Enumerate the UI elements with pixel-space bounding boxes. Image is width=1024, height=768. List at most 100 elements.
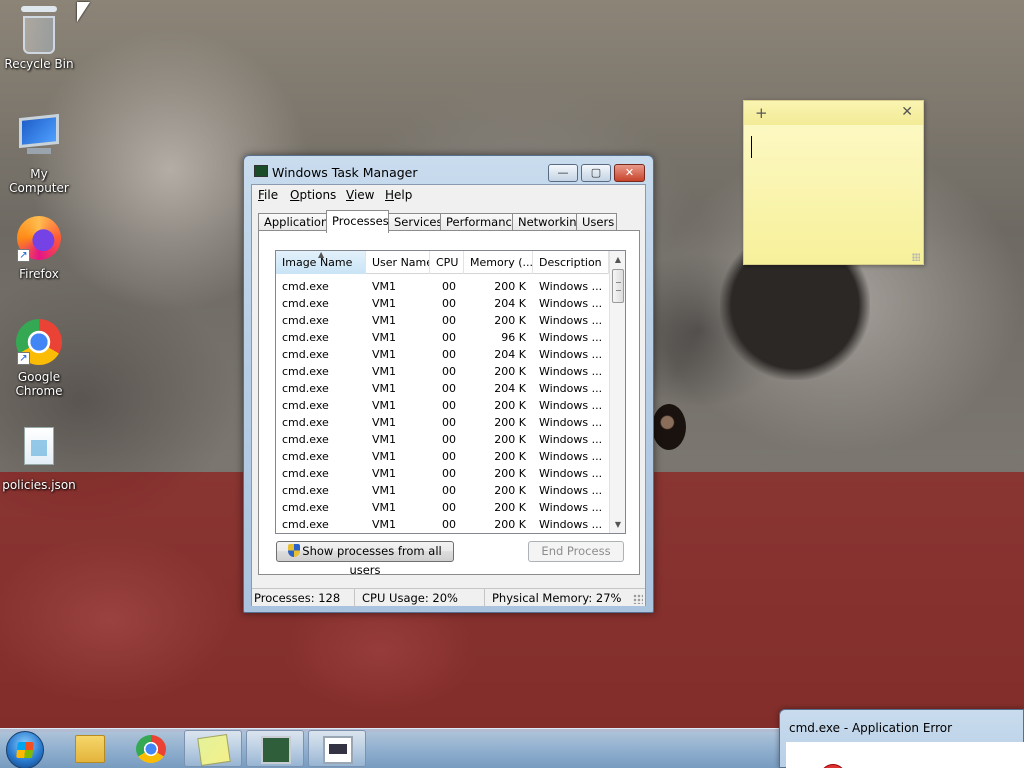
table-row[interactable]: cmd.exe VM1 00 200 K Windows ...: [276, 448, 609, 465]
table-row[interactable]: cmd.exe VM1 00 204 K Windows ...: [276, 380, 609, 397]
table-row[interactable]: cmd.exe VM1 00 200 K Windows ...: [276, 465, 609, 482]
cell-cpu: 00: [442, 297, 456, 310]
desktop-icon-recycle-bin[interactable]: Recycle Bin: [1, 6, 77, 71]
cell-mem: 200 K: [494, 399, 526, 412]
desktop-icon-google-chrome[interactable]: ↗ Google Chrome: [1, 318, 77, 398]
vertical-scrollbar[interactable]: ▲ ▼: [609, 251, 625, 533]
error-icon: [820, 764, 846, 768]
task-manager-titlebar[interactable]: Windows Task Manager — ▢ ✕: [244, 156, 653, 186]
cell-mem: 200 K: [494, 280, 526, 293]
cell-cpu: 00: [442, 382, 456, 395]
cell-cpu: 00: [442, 484, 456, 497]
menu-help[interactable]: Help: [385, 188, 412, 202]
status-physical-memory: Physical Memory: 27%: [492, 591, 622, 605]
end-process-button[interactable]: End Process: [528, 541, 624, 562]
cell-user: VM1: [372, 297, 397, 310]
scroll-up-arrow-icon[interactable]: ▲: [610, 251, 625, 268]
menu-view[interactable]: View: [346, 188, 374, 202]
desktop-icon-policies-json[interactable]: policies.json: [1, 422, 77, 492]
application-error-dialog[interactable]: cmd.exe - Application Error: [779, 709, 1024, 768]
resize-grip-icon[interactable]: [633, 594, 643, 604]
cell-cpu: 00: [442, 314, 456, 327]
taskbar-cmd[interactable]: [308, 730, 366, 767]
menu-file[interactable]: File: [258, 188, 278, 202]
cell-mem: 200 K: [494, 501, 526, 514]
cell-mem: 200 K: [494, 365, 526, 378]
table-row[interactable]: cmd.exe VM1 00 200 K Windows ...: [276, 482, 609, 499]
table-row[interactable]: cmd.exe VM1 00 200 K Windows ...: [276, 278, 609, 295]
table-row[interactable]: cmd.exe VM1 00 204 K Windows ...: [276, 346, 609, 363]
table-row[interactable]: cmd.exe VM1 00 200 K Windows ...: [276, 397, 609, 414]
cell-mem: 200 K: [494, 484, 526, 497]
column-header-description[interactable]: Description: [533, 251, 609, 274]
start-button[interactable]: [6, 731, 44, 768]
uac-shield-icon: [288, 544, 301, 557]
desktop-icon-my-computer[interactable]: My Computer: [1, 110, 77, 195]
cell-name: cmd.exe: [282, 433, 329, 446]
cell-desc: Windows ...: [539, 518, 603, 531]
cell-name: cmd.exe: [282, 280, 329, 293]
table-row[interactable]: cmd.exe VM1 00 96 K Windows ...: [276, 329, 609, 346]
taskbar-explorer[interactable]: [61, 730, 119, 767]
folder-icon: [75, 735, 105, 763]
desktop-icon-firefox[interactable]: ↗ Firefox: [1, 214, 77, 281]
taskbar-sticky-notes[interactable]: [184, 730, 242, 767]
table-row[interactable]: cmd.exe VM1 00 204 K Windows ...: [276, 295, 609, 312]
sticky-note-titlebar[interactable]: + ✕: [744, 101, 923, 125]
shortcut-arrow-icon: ↗: [17, 249, 30, 262]
console-icon: [323, 736, 353, 764]
add-note-icon[interactable]: +: [755, 104, 768, 122]
resize-grip-icon[interactable]: [912, 253, 920, 261]
cell-mem: 200 K: [494, 518, 526, 531]
table-row[interactable]: cmd.exe VM1 00 200 K Windows ...: [276, 431, 609, 448]
dialog-title: cmd.exe - Application Error: [789, 721, 953, 735]
status-processes: Processes: 128: [252, 589, 355, 607]
column-header-image-name[interactable]: ▲ Image Name: [276, 251, 366, 274]
json-file-icon: [15, 427, 63, 475]
cell-desc: Windows ...: [539, 365, 603, 378]
menu-bar: File Options View Help: [252, 185, 645, 205]
cell-desc: Windows ...: [539, 416, 603, 429]
close-button[interactable]: ✕: [614, 164, 645, 182]
show-all-users-button[interactable]: Show processes from all users: [276, 541, 454, 577]
status-bar: Processes: 128 CPU Usage: 20% Physical M…: [252, 588, 645, 607]
cell-desc: Windows ...: [539, 331, 603, 344]
scroll-down-arrow-icon[interactable]: ▼: [610, 516, 625, 533]
menu-options[interactable]: Options: [290, 188, 336, 202]
cell-user: VM1: [372, 416, 397, 429]
cell-cpu: 00: [442, 399, 456, 412]
taskbar-task-manager[interactable]: [246, 730, 304, 767]
table-row[interactable]: cmd.exe VM1 00 200 K Windows ...: [276, 312, 609, 329]
table-row[interactable]: cmd.exe VM1 00 200 K Windows ...: [276, 499, 609, 516]
cell-name: cmd.exe: [282, 348, 329, 361]
scrollbar-thumb[interactable]: [612, 269, 624, 303]
process-list[interactable]: ▲ Image Name User Name CPU Memory (... D…: [275, 250, 626, 534]
cell-desc: Windows ...: [539, 280, 603, 293]
cell-cpu: 00: [442, 433, 456, 446]
tab-processes[interactable]: Processes: [326, 210, 389, 233]
table-row[interactable]: cmd.exe VM1 00 200 K Windows ...: [276, 414, 609, 431]
recycle-bin-icon: [15, 6, 63, 54]
cell-name: cmd.exe: [282, 484, 329, 497]
cell-cpu: 00: [442, 416, 456, 429]
maximize-button[interactable]: ▢: [581, 164, 611, 182]
cell-desc: Windows ...: [539, 399, 603, 412]
column-header-user-name[interactable]: User Name: [366, 251, 430, 274]
cell-user: VM1: [372, 450, 397, 463]
cell-desc: Windows ...: [539, 450, 603, 463]
column-header-cpu[interactable]: CPU: [430, 251, 464, 274]
window-title: Windows Task Manager: [272, 165, 418, 180]
column-header-memory[interactable]: Memory (...: [464, 251, 533, 274]
table-row[interactable]: cmd.exe VM1 00 200 K Windows ...: [276, 516, 609, 533]
task-manager-window[interactable]: Windows Task Manager — ▢ ✕ File Options …: [243, 155, 654, 613]
cell-mem: 200 K: [494, 433, 526, 446]
firefox-icon: ↗: [15, 216, 63, 264]
taskbar-chrome[interactable]: [122, 730, 180, 767]
table-row[interactable]: cmd.exe VM1 00 200 K Windows ...: [276, 363, 609, 380]
cell-name: cmd.exe: [282, 467, 329, 480]
cell-desc: Windows ...: [539, 501, 603, 514]
minimize-button[interactable]: —: [548, 164, 578, 182]
cell-desc: Windows ...: [539, 314, 603, 327]
close-note-icon[interactable]: ✕: [901, 104, 913, 120]
sticky-note[interactable]: + ✕: [743, 100, 924, 265]
